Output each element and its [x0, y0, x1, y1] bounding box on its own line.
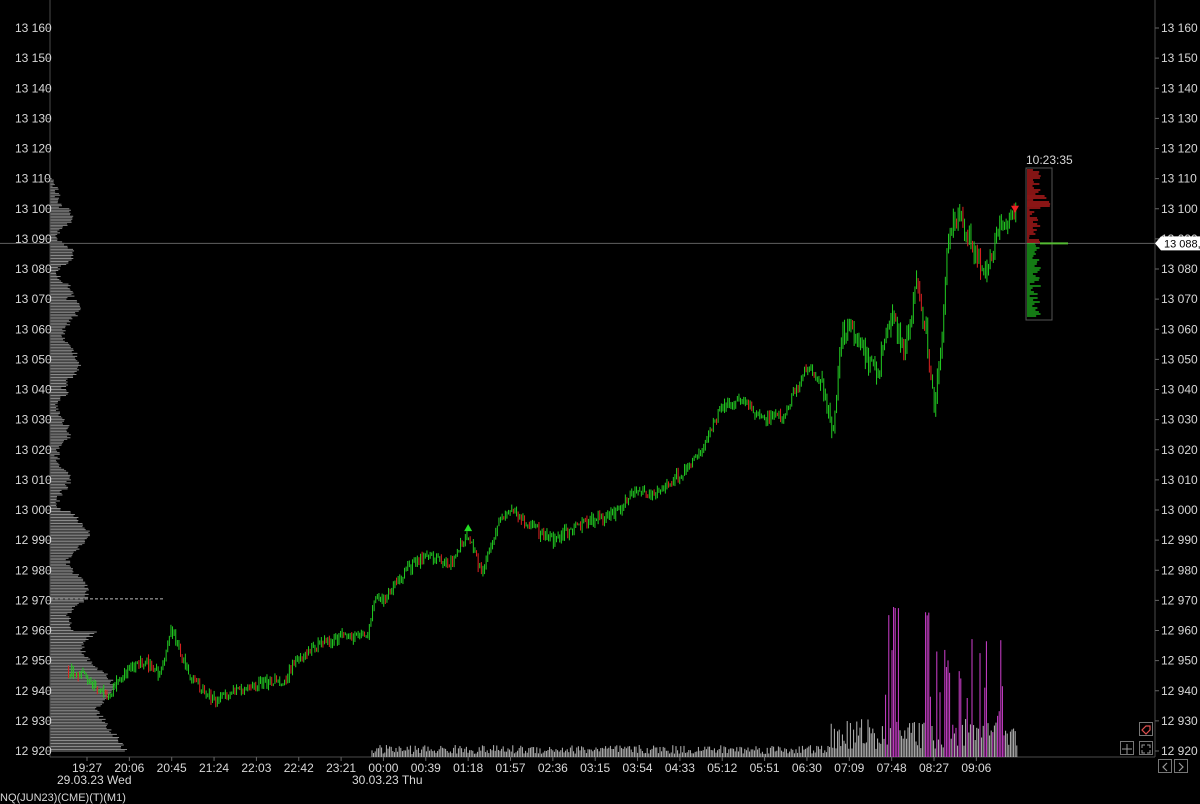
- x-tick-label: 07:48: [877, 761, 907, 775]
- y-tick-label-right: 12 990: [1161, 533, 1198, 547]
- y-tick-label-right: 13 120: [1161, 142, 1198, 156]
- date-label-day2: 30.03.23 Thu: [352, 773, 423, 787]
- tag-icon[interactable]: [1139, 722, 1153, 736]
- y-tick-label-right: 13 070: [1161, 292, 1198, 306]
- y-tick-label-left: 13 110: [15, 172, 51, 186]
- current-price-tag: 13 088,5: [1155, 236, 1200, 251]
- y-tick-label-right: 13 080: [1161, 262, 1198, 276]
- y-tick-label-right: 12 930: [1161, 714, 1198, 728]
- x-tick-label: 04:33: [665, 761, 695, 775]
- y-tick-label-right: 13 140: [1161, 81, 1198, 95]
- scroll-left-icon[interactable]: [1158, 759, 1172, 773]
- volume-profile: [50, 178, 163, 752]
- x-tick-label: 02:36: [538, 761, 568, 775]
- svg-text:13 088,5: 13 088,5: [1164, 238, 1200, 250]
- y-tick-label-right: 13 020: [1161, 443, 1198, 457]
- x-tick-label: 21:24: [199, 761, 229, 775]
- x-tick-label: 20:45: [157, 761, 187, 775]
- y-tick-label-right: 13 130: [1161, 111, 1198, 125]
- y-tick-label-right: 12 960: [1161, 624, 1198, 638]
- y-tick-label-right: 13 030: [1161, 413, 1198, 427]
- y-tick-label-right: 13 040: [1161, 383, 1198, 397]
- x-tick-label: 01:57: [495, 761, 525, 775]
- left-price-axis: 13 16013 15013 14013 13013 12013 11013 1…: [15, 21, 52, 758]
- price-chart[interactable]: 13 160 13 150 13 140 13 130 13 120 13 110 13 1…: [0, 0, 1200, 804]
- y-tick-label-right: 13 110: [1161, 172, 1197, 186]
- y-tick-label-right: 13 010: [1161, 473, 1198, 487]
- x-tick-label: 08:27: [919, 761, 949, 775]
- y-tick-label-right: 12 940: [1161, 684, 1198, 698]
- right-price-axis: 13 160 13 150 13 140 13 130 13 120 13 110 13 1…: [1155, 21, 1198, 758]
- scroll-right-icon[interactable]: [1174, 759, 1188, 773]
- x-tick-label: 22:03: [241, 761, 271, 775]
- y-tick-label-right: 12 970: [1161, 593, 1198, 607]
- order-book-ladder: [1025, 167, 1068, 321]
- y-tick-label-right: 13 160: [1161, 21, 1198, 35]
- buy-arrow-icon: [464, 524, 473, 532]
- x-tick-label: 05:12: [707, 761, 737, 775]
- y-tick-label-right: 13 060: [1161, 322, 1198, 336]
- x-tick-label: 22:42: [284, 761, 314, 775]
- x-tick-label: 06:30: [792, 761, 822, 775]
- y-tick-label-right: 13 150: [1161, 51, 1198, 65]
- y-tick-label-right: 13 000: [1161, 503, 1198, 517]
- y-tick-label-right: 12 920: [1161, 744, 1198, 758]
- chart-frame: [0, 0, 1156, 758]
- time-axis: 19:27 20:06 20:45 21:24 22:03 22:42 23:21 00:00…: [72, 757, 992, 775]
- x-tick-label: 07:09: [834, 761, 864, 775]
- x-tick-label: 05:51: [750, 761, 780, 775]
- x-tick-label: 01:18: [453, 761, 483, 775]
- crosshair-icon[interactable]: [1120, 741, 1134, 755]
- date-label-day1: 29.03.23 Wed: [57, 773, 132, 787]
- volume-histogram: [371, 607, 1018, 757]
- y-tick-label-right: 13 100: [1161, 202, 1198, 216]
- x-tick-label: 03:15: [580, 761, 610, 775]
- instrument-label: NQ(JUN23)(CME)(T)(M1): [0, 792, 126, 804]
- y-tick-label-right: 13 050: [1161, 352, 1198, 366]
- x-tick-label: 09:06: [961, 761, 991, 775]
- candlestick-series: [68, 202, 1019, 708]
- y-tick-label-right: 12 950: [1161, 654, 1198, 668]
- expand-icon[interactable]: [1139, 741, 1153, 755]
- y-tick-label-right: 12 980: [1161, 563, 1198, 577]
- x-tick-label: 03:54: [623, 761, 653, 775]
- current-time-label: 10:23:35: [1026, 153, 1073, 167]
